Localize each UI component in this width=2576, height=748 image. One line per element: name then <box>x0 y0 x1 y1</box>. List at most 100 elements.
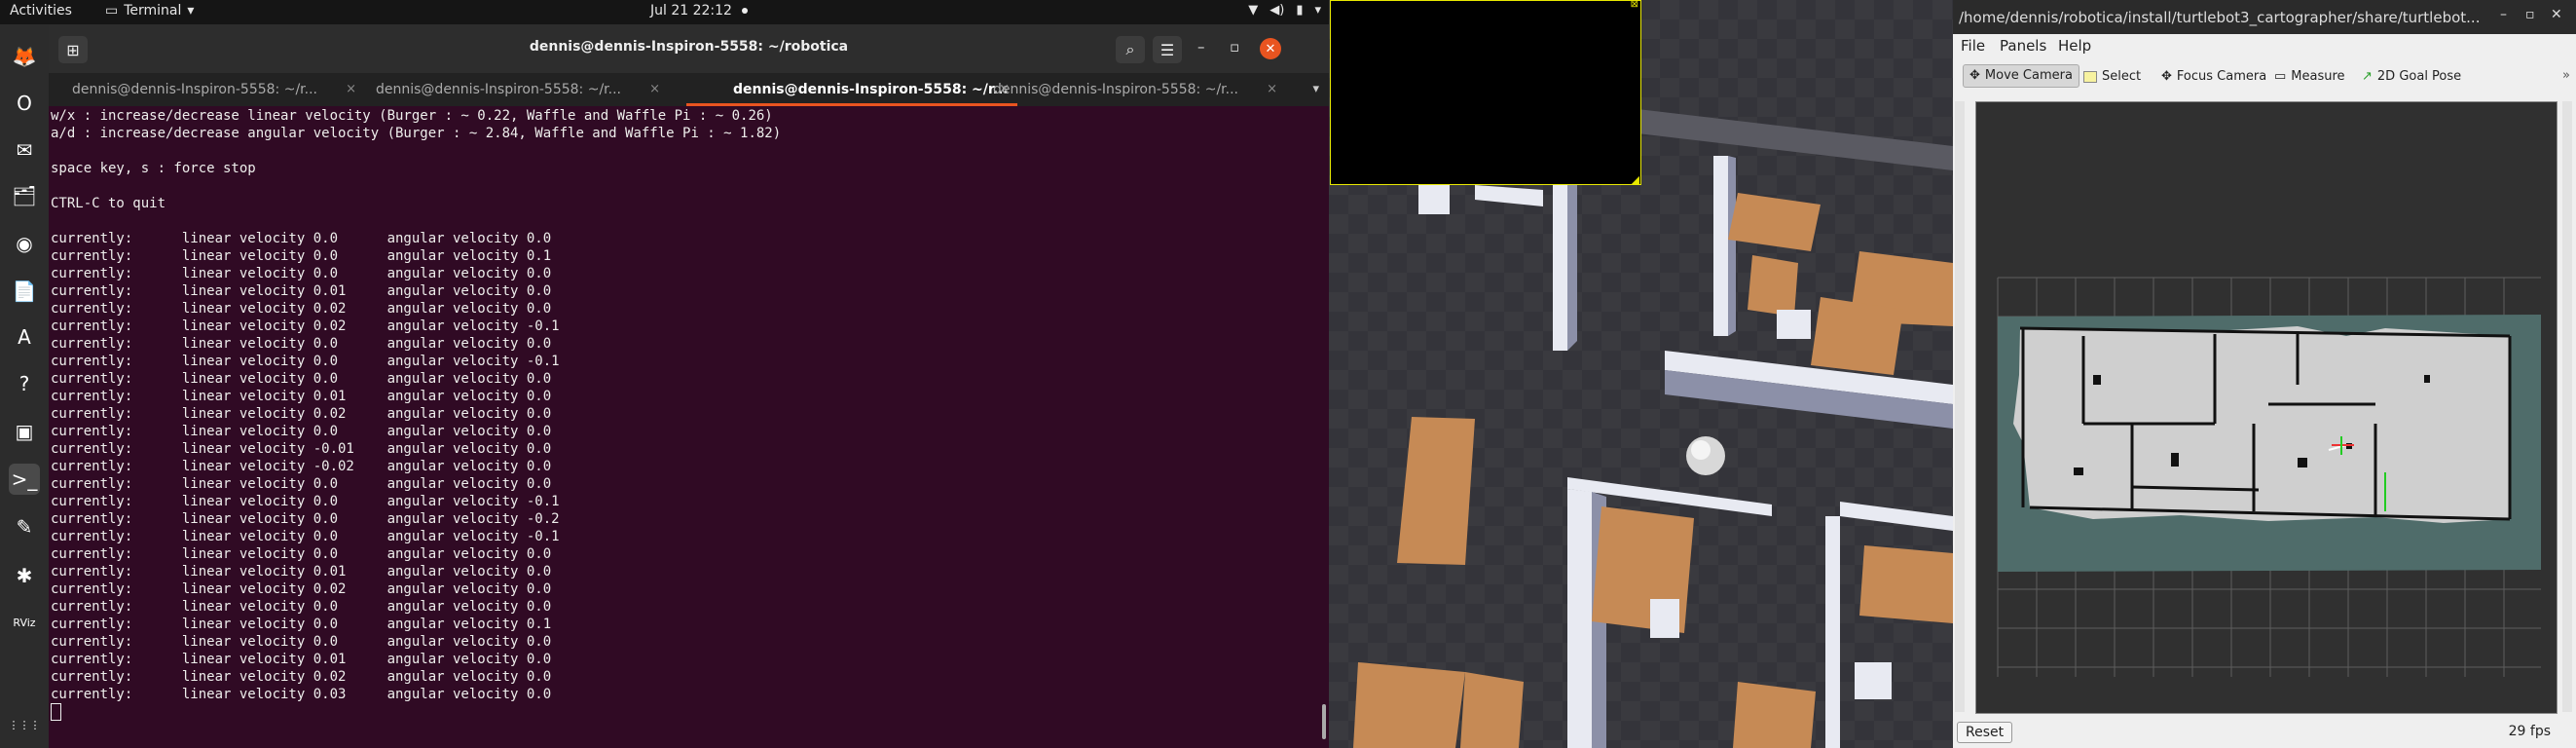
tool-2d-goal-pose[interactable]: ↗ 2D Goal Pose <box>2362 66 2461 88</box>
measure-icon: ▭ <box>2274 69 2287 84</box>
software-icon[interactable]: A <box>9 321 40 353</box>
opera-icon[interactable]: O <box>9 88 40 119</box>
left-panel-collapse-handle[interactable] <box>1955 101 1965 712</box>
terminal-line: currently: linear velocity 0.0 angular v… <box>51 494 560 509</box>
hamburger-icon: ☰ <box>1159 40 1175 59</box>
tab-close-icon[interactable]: × <box>1267 73 1277 106</box>
monitor-icon[interactable]: ▣ <box>9 416 40 447</box>
system-tray[interactable]: ▼ ◀) ▮ ▾ <box>1248 3 1321 18</box>
gazebo-icon[interactable]: ✱ <box>9 560 40 591</box>
terminal-line: currently: linear velocity 0.02 angular … <box>51 301 552 317</box>
clock-label: Jul 21 22:12 <box>650 3 732 19</box>
terminal-scrollbar[interactable] <box>1322 704 1326 739</box>
tab-label: dennis@dennis-Inspiron-5558: ~/r... <box>72 82 317 97</box>
tool-measure[interactable]: ▭ Measure <box>2274 66 2345 88</box>
tool-label: 2D Goal Pose <box>2376 69 2462 84</box>
menu-button[interactable]: ☰ <box>1153 36 1182 63</box>
occupancy-grid-map <box>1976 102 2557 713</box>
tool-select[interactable]: Select <box>2083 66 2141 88</box>
menu-file[interactable]: File <box>1961 37 1985 55</box>
search-icon: ⌕ <box>1125 40 1135 58</box>
menu-panels[interactable]: Panels <box>2000 37 2046 55</box>
tab-close-icon[interactable]: × <box>649 73 660 106</box>
terminal-output[interactable]: w/x : increase/decrease linear velocity … <box>51 107 1306 745</box>
firefox-icon[interactable]: 🦊 <box>9 41 40 72</box>
wifi-icon: ▼ <box>1248 3 1259 18</box>
terminal-cursor-line <box>51 703 1306 721</box>
terminal-app-icon: ▭ <box>105 3 119 19</box>
terminal-cursor <box>51 703 61 721</box>
terminal-tab-1[interactable]: dennis@dennis-Inspiron-5558: ~/r... × <box>72 73 364 106</box>
toolbar-overflow-icon[interactable]: » <box>2562 68 2570 83</box>
terminal-line: currently: linear velocity 0.0 angular v… <box>51 511 560 527</box>
goal-pose-icon: ↗ <box>2362 69 2373 84</box>
close-icon: ✕ <box>1265 41 1276 56</box>
rviz-minimize-button[interactable]: – <box>2500 7 2507 22</box>
rviz-title: /home/dennis/robotica/install/turtlebot3… <box>1959 9 2481 26</box>
volume-icon: ◀) <box>1270 3 1285 18</box>
terminal-line: w/x : increase/decrease linear velocity … <box>51 108 773 124</box>
maximize-button[interactable]: ▫ <box>1230 38 1239 56</box>
preview-close-icon[interactable]: ⊠ <box>1631 0 1638 10</box>
search-button[interactable]: ⌕ <box>1116 36 1145 63</box>
notification-dot-icon <box>741 8 748 14</box>
fps-readout: 29 fps <box>2508 724 2551 739</box>
terminal-tab-3[interactable]: dennis@dennis-Inspiron-5558: ~/r... × <box>686 73 1017 106</box>
terminal-line: currently: linear velocity 0.01 angular … <box>51 652 552 667</box>
reset-button[interactable]: Reset <box>1957 722 2013 743</box>
text-editor-icon[interactable]: ✎ <box>9 511 40 542</box>
tab-label: dennis@dennis-Inspiron-5558: ~/r... <box>733 82 1009 97</box>
terminal-tab-4[interactable]: dennis@dennis-Inspiron-5558: ~/r... × <box>993 73 1285 106</box>
minimize-button[interactable]: – <box>1197 38 1205 56</box>
close-button[interactable]: ✕ <box>1260 38 1281 59</box>
tool-focus-camera[interactable]: ✥ Focus Camera <box>2161 66 2266 88</box>
tool-label: Select <box>2102 69 2142 84</box>
resize-handle-icon[interactable]: ◢ <box>1632 173 1639 186</box>
terminal-line: a/d : increase/decrease angular velocity… <box>51 126 782 141</box>
rviz-close-button[interactable]: ✕ <box>2551 7 2562 22</box>
battery-icon: ▮ <box>1296 3 1304 18</box>
terminal-line: currently: linear velocity 0.02 angular … <box>51 581 552 597</box>
terminal-window: ⊞ dennis@dennis-Inspiron-5558: ~/robotic… <box>49 24 1329 748</box>
terminal-tab-bar: dennis@dennis-Inspiron-5558: ~/r... × den… <box>49 73 1329 106</box>
tab-close-icon[interactable]: × <box>346 73 356 106</box>
dock: 🦊 O ✉ 🗂 ◉ 📄 A? ▣ >_ ✎ ✱ RViz ⋮⋮⋮ <box>0 24 49 748</box>
terminal-line: currently: linear velocity 0.0 angular v… <box>51 424 552 439</box>
terminal-line: currently: linear velocity 0.0 angular v… <box>51 476 552 492</box>
tray-chevron-icon: ▾ <box>1314 3 1321 18</box>
select-icon <box>2083 71 2097 83</box>
terminal-line: space key, s : force stop <box>51 161 256 176</box>
app-menu-label: Terminal <box>124 3 182 19</box>
tool-move-camera[interactable]: ✥ Move Camera <box>1963 64 2079 88</box>
app-menu[interactable]: ▭ Terminal ▾ <box>105 3 194 19</box>
terminal-line: currently: linear velocity 0.0 angular v… <box>51 354 560 369</box>
gazebo-camera-preview[interactable]: ⊠ ◢ <box>1330 0 1641 186</box>
terminal-header-bar: ⊞ dennis@dennis-Inspiron-5558: ~/robotic… <box>49 24 1329 73</box>
show-apps-icon[interactable]: ⋮⋮⋮ <box>9 709 41 740</box>
terminal-line: CTRL-C to quit <box>51 196 166 211</box>
writer-icon[interactable]: 📄 <box>9 276 40 307</box>
terminal-line: currently: linear velocity 0.01 angular … <box>51 283 552 299</box>
terminal-line: currently: linear velocity 0.0 angular v… <box>51 529 560 544</box>
rviz-3d-view[interactable] <box>1975 101 2558 714</box>
rviz-icon[interactable]: RViz <box>9 607 40 638</box>
clock[interactable]: Jul 21 22:12 <box>650 3 748 19</box>
terminal-line: currently: linear velocity 0.02 angular … <box>51 318 560 334</box>
terminal-line: currently: linear velocity 0.0 angular v… <box>51 371 552 387</box>
right-panel-collapse-handle[interactable] <box>2562 101 2572 712</box>
rhythmbox-icon[interactable]: ◉ <box>9 228 40 259</box>
menu-help[interactable]: Help <box>2058 37 2091 55</box>
rviz-maximize-button[interactable]: ▫ <box>2525 7 2535 22</box>
activities-button[interactable]: Activities <box>10 3 72 19</box>
help-icon[interactable]: ? <box>9 368 40 399</box>
tab-label: dennis@dennis-Inspiron-5558: ~/r... <box>376 82 621 97</box>
tab-list-chevron-icon[interactable]: ▾ <box>1312 82 1319 96</box>
thunderbird-icon[interactable]: ✉ <box>9 134 40 166</box>
terminal-icon[interactable]: >_ <box>9 464 40 495</box>
files-icon[interactable]: 🗂 <box>9 180 40 211</box>
terminal-tab-2[interactable]: dennis@dennis-Inspiron-5558: ~/r... × <box>376 73 668 106</box>
terminal-line: currently: linear velocity -0.02 angular… <box>51 459 552 474</box>
